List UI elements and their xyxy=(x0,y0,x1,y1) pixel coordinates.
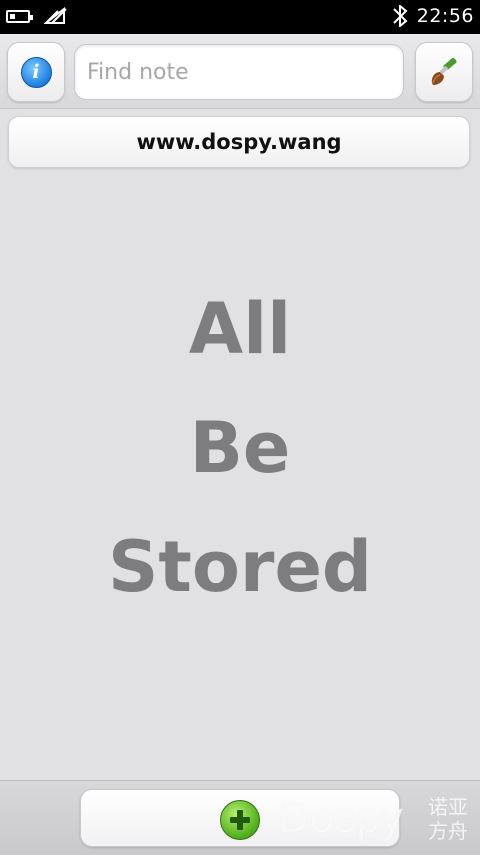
empty-line-1: All xyxy=(188,288,292,370)
bottom-bar: Dospy 诺亚方舟 xyxy=(0,780,480,855)
info-button[interactable]: i xyxy=(7,42,65,102)
search-field[interactable] xyxy=(74,44,404,100)
top-toolbar: i xyxy=(0,34,480,109)
info-glyph: i xyxy=(32,61,40,83)
status-bar: 22:56 xyxy=(0,0,480,34)
empty-line-2: Be xyxy=(189,407,291,489)
brush-icon xyxy=(431,58,457,85)
bluetooth-icon xyxy=(393,5,408,27)
watermark-cn: 诺亚方舟 xyxy=(428,795,468,843)
no-signal-icon xyxy=(44,7,67,24)
empty-state-message: All Be Stored xyxy=(0,270,480,627)
info-icon: i xyxy=(20,56,52,88)
plus-icon xyxy=(220,800,260,840)
empty-line-3: Stored xyxy=(107,526,373,608)
clean-button[interactable] xyxy=(415,42,473,102)
watermark-logo: Dospy xyxy=(278,793,403,842)
clock: 22:56 xyxy=(416,5,474,27)
status-left xyxy=(6,7,68,25)
search-input[interactable] xyxy=(75,45,387,99)
url-text: www.dospy.wang xyxy=(136,130,342,154)
status-right: 22:56 xyxy=(391,5,474,27)
battery-icon xyxy=(6,9,33,23)
url-bar[interactable]: www.dospy.wang xyxy=(8,116,470,168)
